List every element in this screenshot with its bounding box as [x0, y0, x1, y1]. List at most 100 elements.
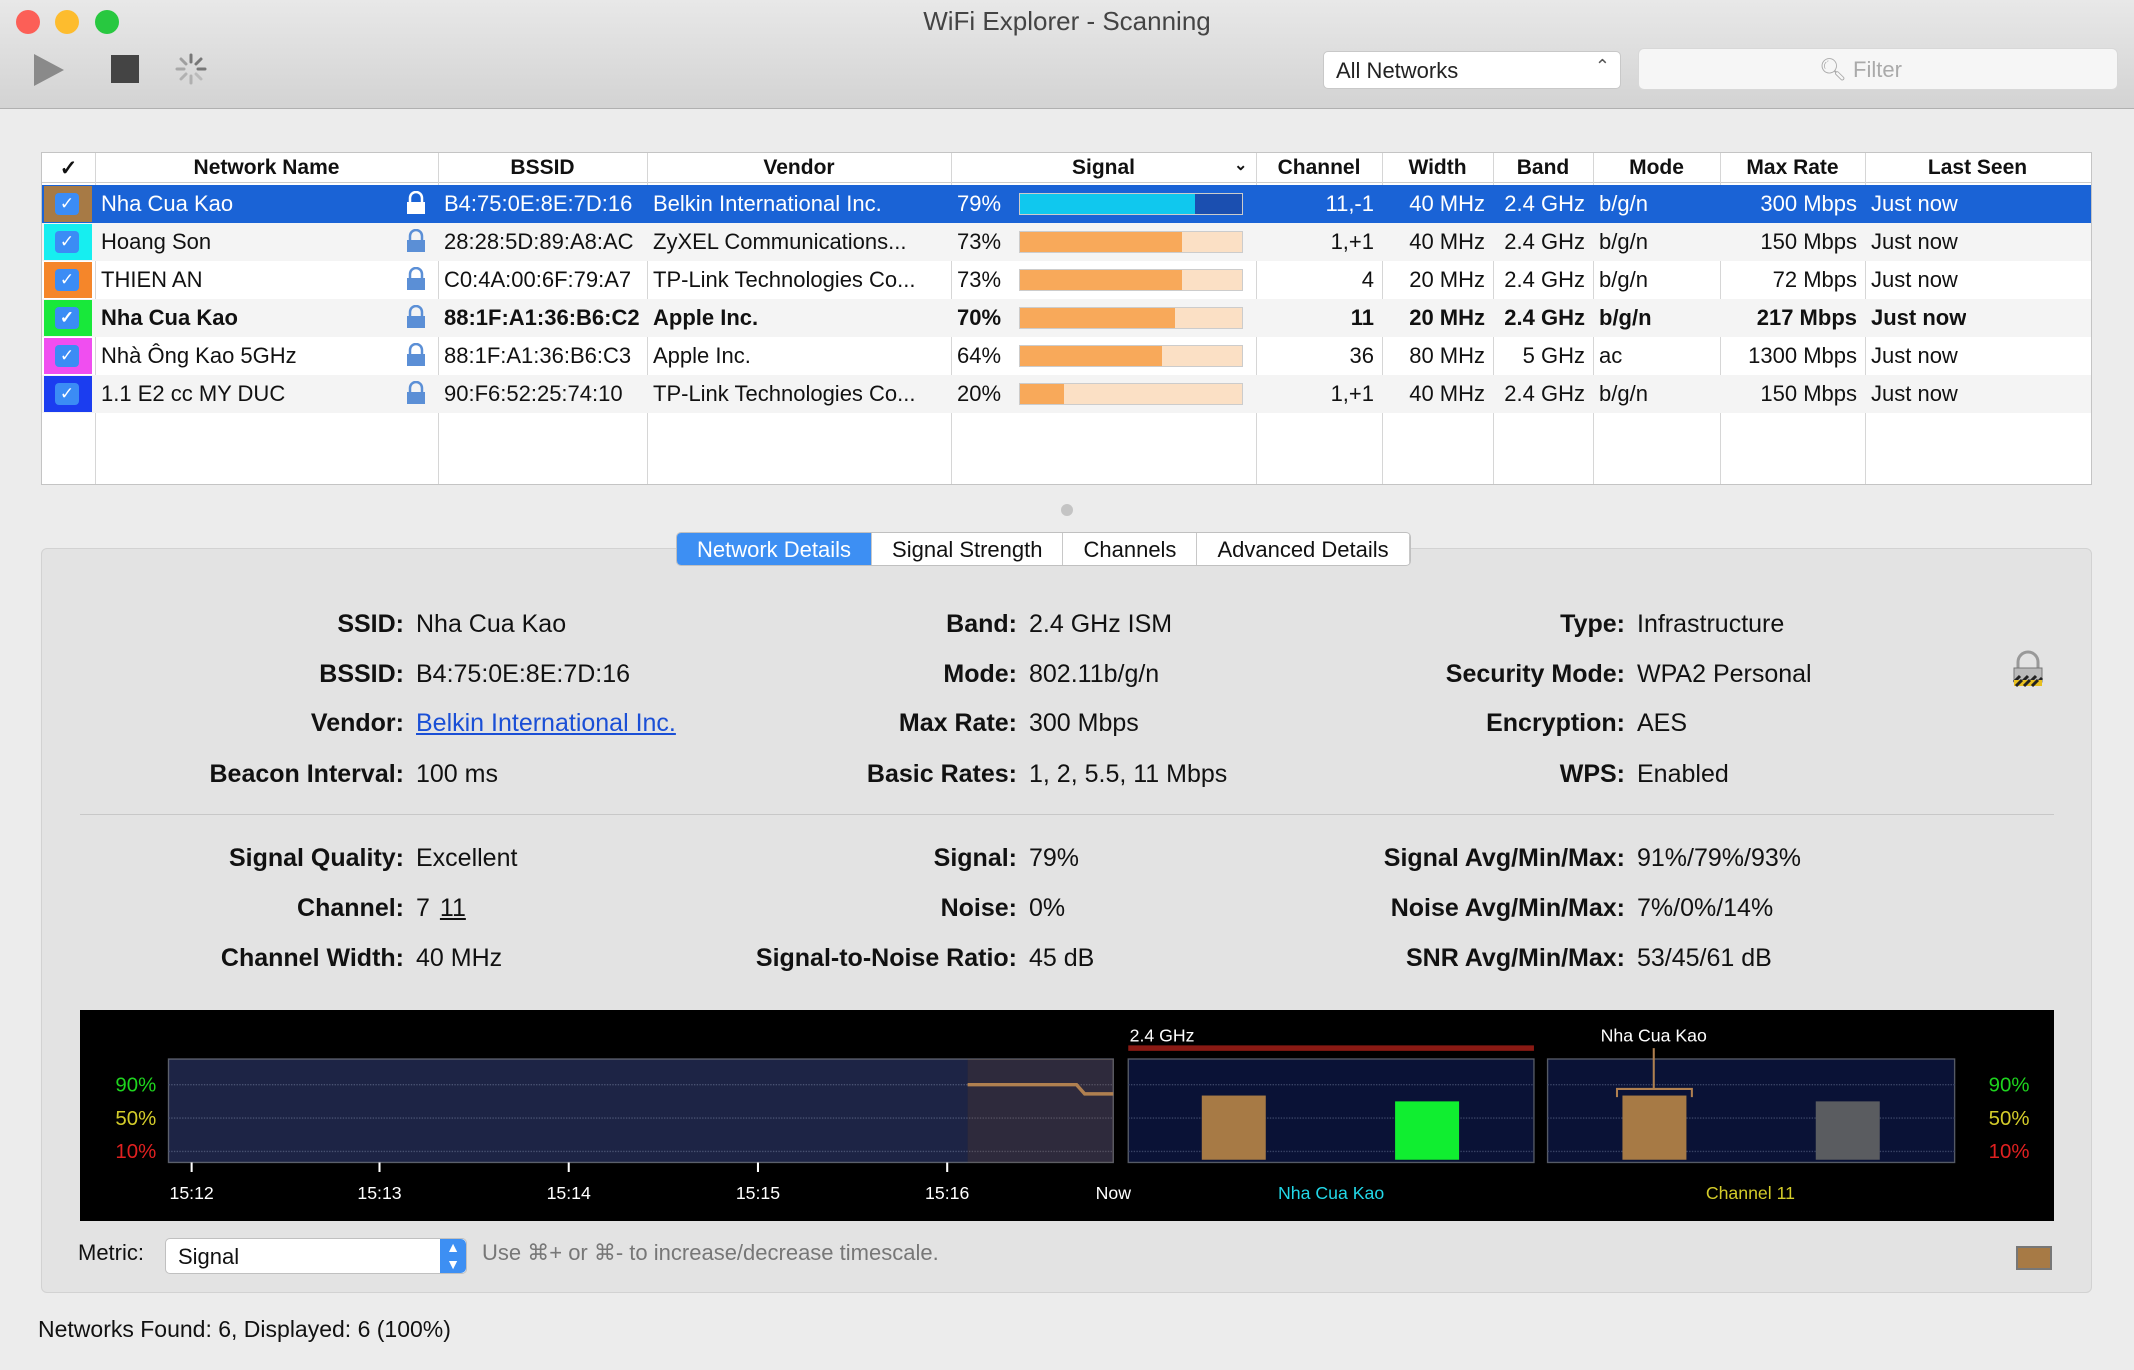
detail-label: Band: [946, 610, 1017, 638]
lock-icon [406, 266, 426, 291]
detail-label: Channel Width: [220, 944, 404, 972]
cell-vendor: ZyXEL Communications... [653, 229, 907, 254]
column-header-1[interactable]: Network Name [95, 156, 438, 180]
detail-value: B4:75:0E:8E:7D:16 [416, 660, 631, 688]
column-header-4[interactable]: Signal [951, 156, 1256, 180]
lock-icon [406, 380, 426, 405]
metric-select[interactable]: Signal ▲ ▼ [165, 1238, 467, 1274]
cell-band: 2.4 GHz [1504, 267, 1585, 292]
table-row[interactable]: ✓ Nhà Ông Kao 5GHz 88:1F:A1:36:B6:C3 Apple … [42, 337, 2091, 375]
x-tick-label: 15:14 [547, 1183, 591, 1203]
detail-label: Beacon Interval: [209, 760, 404, 788]
detail-value: Nha Cua Kao [416, 610, 567, 638]
network-visible-checkbox[interactable]: ✓ [55, 383, 79, 405]
table-row[interactable]: ✓ Hoang Son 28:28:5D:89:A8:AC ZyXEL Communi… [42, 223, 2091, 261]
column-header-10[interactable]: Last Seen [1865, 156, 2090, 180]
detail-value: 45 dB [1029, 944, 1095, 972]
detail-label: Type: [1560, 610, 1625, 638]
signal-chart: 90% 90% 50% 50% 10% 10% 15:12 15:13 15:14 15:15 15… [80, 1010, 2054, 1221]
cell-signal-percent: 70% [957, 305, 1002, 330]
padlock-icon [2012, 650, 2044, 688]
cell-max-rate: 217 Mbps [1756, 305, 1857, 330]
table-row[interactable]: ✓ Nha Cua Kao B4:75:0E:8E:7D:16 Belkin Inte… [42, 185, 2091, 223]
lock-icon [406, 190, 426, 215]
cell-last-seen: Just now [1871, 229, 1958, 254]
column-header-6[interactable]: Width [1382, 156, 1493, 180]
network-visible-checkbox[interactable]: ✓ [55, 231, 79, 253]
detail-label: SSID: [337, 610, 404, 638]
filter-placeholder: Filter [1853, 57, 1902, 82]
table-row[interactable]: ✓ 1.1 E2 cc MY DUC 90:F6:52:25:74:10 TP-Lin… [42, 375, 2091, 413]
chart-bar [1395, 1101, 1460, 1160]
column-header-3[interactable]: Vendor [647, 156, 951, 180]
cell-last-seen: Just now [1871, 343, 1958, 368]
cell-signal-percent: 64% [957, 343, 1002, 368]
play-icon[interactable] [32, 52, 66, 88]
tab-channels[interactable]: Channels [1063, 533, 1198, 565]
signal-bar-fill [1020, 384, 1065, 404]
vendor-link[interactable]: Belkin International Inc. [416, 709, 676, 738]
column-header-7[interactable]: Band [1493, 156, 1593, 180]
sort-chevron-icon: ⌄ [1234, 157, 1248, 174]
metric-value: Signal [178, 1244, 240, 1269]
band-range-bar [1128, 1045, 1534, 1051]
column-header-5[interactable]: Channel [1256, 156, 1382, 180]
x-tick-label: 15:16 [925, 1183, 969, 1203]
channel-panel-label: Channel 11 [1706, 1183, 1795, 1203]
color-swatch-button[interactable] [2016, 1246, 2052, 1270]
channel-panel-title: Nha Cua Kao [1601, 1025, 1707, 1045]
column-header-2[interactable]: BSSID [438, 156, 647, 180]
cell-last-seen: Just now [1871, 191, 1958, 216]
network-visible-checkbox[interactable]: ✓ [55, 193, 79, 215]
detail-label: Mode: [943, 660, 1017, 688]
cell-name: THIEN AN [101, 267, 203, 292]
stop-icon[interactable] [111, 55, 141, 85]
cell-width: 40 MHz [1409, 229, 1485, 254]
filter-input[interactable]: 🔍︎ Filter [1638, 48, 2118, 90]
column-header-0[interactable]: ✓ [42, 156, 95, 181]
cell-band: 5 GHz [1522, 343, 1585, 368]
recent-shade [967, 1059, 1114, 1163]
signal-bar [1019, 307, 1243, 329]
details-tabs: Network Details Signal Strength Channels Ad… [676, 532, 1411, 566]
tab-advanced-details[interactable]: Advanced Details [1197, 533, 1410, 565]
column-header-8[interactable]: Mode [1593, 156, 1720, 180]
detail-value: 91%/79%/93% [1637, 844, 1802, 872]
cell-bssid: 28:28:5D:89:A8:AC [444, 229, 634, 254]
column-header-9[interactable]: Max Rate [1720, 156, 1865, 180]
cell-channel: 1,+1 [1330, 229, 1374, 254]
detail-label: Signal-to-Noise Ratio: [755, 944, 1017, 972]
cell-channel: 11,-1 [1325, 191, 1374, 216]
table-row[interactable]: ✓ Nha Cua Kao 88:1F:A1:36:B6:C2 Apple Inc. 7… [42, 299, 2091, 337]
cell-signal-percent: 79% [957, 191, 1002, 216]
signal-bar [1019, 231, 1243, 253]
chart-bar [1622, 1095, 1687, 1160]
channel-secondary-link[interactable]: 11 [440, 894, 466, 922]
signal-bar [1019, 383, 1243, 405]
network-filter-select[interactable]: All Networks ⌃ [1323, 51, 1621, 89]
cell-width: 40 MHz [1409, 191, 1485, 216]
x-tick-label: 15:15 [736, 1183, 780, 1203]
network-visible-checkbox[interactable]: ✓ [55, 269, 79, 291]
network-visible-checkbox[interactable]: ✓ [55, 307, 79, 329]
network-visible-checkbox[interactable]: ✓ [55, 345, 79, 367]
y-tick-label: 10% [1989, 1141, 2030, 1163]
y-tick-label: 90% [115, 1075, 156, 1097]
detail-value: Excellent [416, 844, 518, 872]
y-tick-label: 50% [115, 1108, 156, 1130]
detail-value: Enabled [1637, 760, 1729, 788]
cell-name: Hoang Son [101, 229, 212, 254]
cell-name: Nha Cua Kao [101, 305, 238, 330]
detail-value: Infrastructure [1637, 610, 1785, 638]
split-divider-handle[interactable] [1061, 504, 1073, 516]
cell-signal-percent: 73% [957, 229, 1002, 254]
cell-channel: 36 [1349, 343, 1374, 368]
tab-signal-strength[interactable]: Signal Strength [872, 533, 1064, 565]
tab-network-details[interactable]: Network Details [677, 533, 873, 565]
cell-width: 20 MHz [1409, 267, 1485, 292]
detail-value: 79% [1029, 844, 1080, 872]
table-row[interactable]: ✓ THIEN AN C0:4A:00:6F:79:A7 TP-Link Techno… [42, 261, 2091, 299]
cell-name: Nhà Ông Kao 5GHz [101, 343, 297, 368]
details-separator [80, 814, 2054, 815]
detail-label: Noise: [940, 894, 1017, 922]
